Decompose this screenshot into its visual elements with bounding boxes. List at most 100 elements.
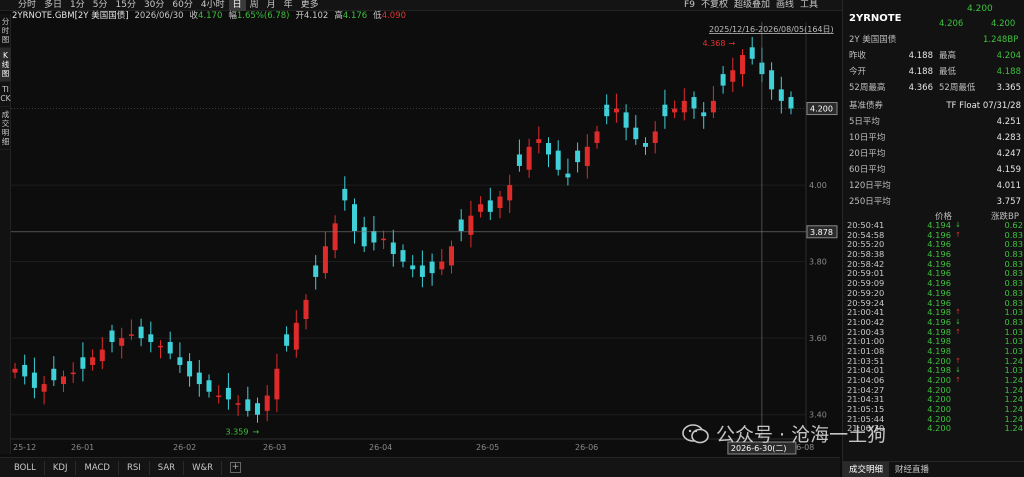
period-tab[interactable]: 30分 xyxy=(140,0,168,11)
candle-body xyxy=(303,299,309,320)
candle-body xyxy=(740,54,745,75)
toolbar-action[interactable]: 画线 xyxy=(776,0,794,11)
period-tab[interactable]: 更多 xyxy=(297,0,323,11)
candle-body xyxy=(322,246,328,274)
candle-body xyxy=(90,357,96,365)
candle-body xyxy=(12,368,18,373)
toolbar-action[interactable]: 不复权 xyxy=(701,0,728,11)
candle-body xyxy=(662,104,668,117)
average-label: 120日平均 xyxy=(849,181,891,191)
candle-body xyxy=(429,261,435,274)
toolbar-action[interactable]: F9 xyxy=(684,0,695,11)
no-arrow xyxy=(951,269,965,279)
candle-body xyxy=(633,127,639,140)
indicator-tab[interactable]: W&R xyxy=(184,460,223,475)
candle-body xyxy=(516,154,522,166)
candle-body xyxy=(691,97,697,109)
candle-body xyxy=(546,142,551,155)
candle-body xyxy=(478,204,484,212)
period-tab[interactable]: 月 xyxy=(263,0,280,11)
candlestick-chart[interactable]: 4.00 3.80 3.60 3.40 4.200 3.878 25-12 26-01 26-0… xyxy=(11,22,840,457)
open-label: 开 xyxy=(295,11,304,21)
wechat-logo-icon xyxy=(682,423,710,445)
candle-body xyxy=(613,108,619,113)
candle-body xyxy=(565,173,571,178)
view-switch-item[interactable]: K线图 xyxy=(0,48,11,82)
watermark: 公众号 · 沧海一土狗 xyxy=(682,420,886,447)
period-tab[interactable]: 1分 xyxy=(66,0,89,11)
y-tick-label: 4.00 xyxy=(809,181,827,190)
candle-body xyxy=(293,322,299,350)
view-switch-item[interactable]: TICK xyxy=(0,82,11,107)
average-value: 4.247 xyxy=(996,149,1021,159)
panel-tab[interactable]: 财经直播 xyxy=(889,462,935,477)
view-switch-item[interactable]: 分时图 xyxy=(0,14,11,48)
candle-body xyxy=(361,227,367,247)
candle-body xyxy=(22,364,28,377)
average-value: 4.159 xyxy=(996,165,1021,175)
candle-body xyxy=(264,395,270,411)
chart-background xyxy=(11,22,840,457)
candle-body xyxy=(313,265,319,277)
stat-value: 4.204 xyxy=(996,51,1021,61)
low-value: 4.090 xyxy=(381,11,407,21)
average-value: 3.757 xyxy=(996,197,1021,207)
arrow-down-icon: ↓ xyxy=(955,317,961,326)
stat-label: 最低 xyxy=(939,67,957,77)
quote-info-bar: 2YRNOTE.GBM[2Y 美国国债] 2026/06/30 收4.170 幅… xyxy=(12,11,406,22)
watermark-text: 公众号 · 沧海一土狗 xyxy=(716,424,887,446)
candle-body xyxy=(584,146,590,166)
period-tab[interactable]: 日 xyxy=(228,0,246,11)
trades-list: 20:50:41 4.194 ↓ 0.62 20:54:58 4.196 ↑ 0.83 20:5… xyxy=(847,220,1023,434)
candle-body xyxy=(177,357,183,365)
candle-body xyxy=(419,265,425,277)
period-tab[interactable]: 多日 xyxy=(40,0,66,11)
indicator-tab[interactable]: KDJ xyxy=(45,460,77,475)
candle-body xyxy=(245,399,251,411)
average-label: 5日平均 xyxy=(849,117,880,127)
candle-body xyxy=(497,196,503,209)
indicator-tab[interactable]: BOLL xyxy=(6,460,45,475)
indicator-tab[interactable]: SAR xyxy=(150,460,185,475)
period-tab[interactable]: 年 xyxy=(280,0,297,11)
candle-body xyxy=(80,357,86,369)
panel-bp-change: 1.248BP xyxy=(983,35,1019,45)
y-tick-label: 3.40 xyxy=(809,411,827,420)
average-label: 10日平均 xyxy=(849,133,886,143)
arrow-up-icon: ↑ xyxy=(955,327,961,336)
average-label: 20日平均 xyxy=(849,149,886,159)
toolbar-action[interactable]: 超级叠加 xyxy=(734,0,770,11)
candle-body xyxy=(109,330,115,342)
candle-body xyxy=(701,112,707,117)
candle-body xyxy=(206,380,212,392)
candle-body xyxy=(371,231,377,243)
toolbar-action[interactable]: 工具 xyxy=(800,0,818,11)
change-value: 1.65%(6.78) xyxy=(236,11,290,21)
indicator-bar: BOLL KDJ MACD RSI SAR W&R + xyxy=(0,457,840,477)
candle-body xyxy=(61,376,66,385)
candle-body xyxy=(167,341,173,354)
period-tab[interactable]: 15分 xyxy=(112,0,140,11)
panel-name: 2Y 美国国债 xyxy=(849,35,897,45)
panel-price-top: 4.200 xyxy=(967,4,993,14)
period-tab[interactable]: 5分 xyxy=(89,0,112,11)
period-tab[interactable]: 周 xyxy=(246,0,263,11)
period-tab[interactable]: 60分 xyxy=(168,0,196,11)
no-arrow xyxy=(951,279,965,289)
panel-tab[interactable]: 成交明细 xyxy=(843,462,890,477)
view-switch-item[interactable]: 成交明细 xyxy=(0,107,11,150)
stat-value: 4.188 xyxy=(996,67,1021,77)
period-tab[interactable]: 分时 xyxy=(14,0,40,11)
panel-price-2: 4.206 xyxy=(939,19,964,29)
period-tab[interactable]: 4小时 xyxy=(197,0,229,11)
candle-body xyxy=(449,246,454,266)
no-arrow xyxy=(951,386,965,396)
add-indicator-button[interactable]: + xyxy=(230,462,242,473)
arrow-down-icon: ↓ xyxy=(955,221,961,229)
candle-body xyxy=(235,403,241,405)
x-tick-label: 26-04 xyxy=(369,443,392,452)
view-switch-bar: 分时图 K线图 TICK 成交明细 xyxy=(0,14,11,454)
candle-body xyxy=(458,219,464,231)
indicator-tab[interactable]: RSI xyxy=(119,460,150,475)
indicator-tab[interactable]: MACD xyxy=(76,460,119,475)
